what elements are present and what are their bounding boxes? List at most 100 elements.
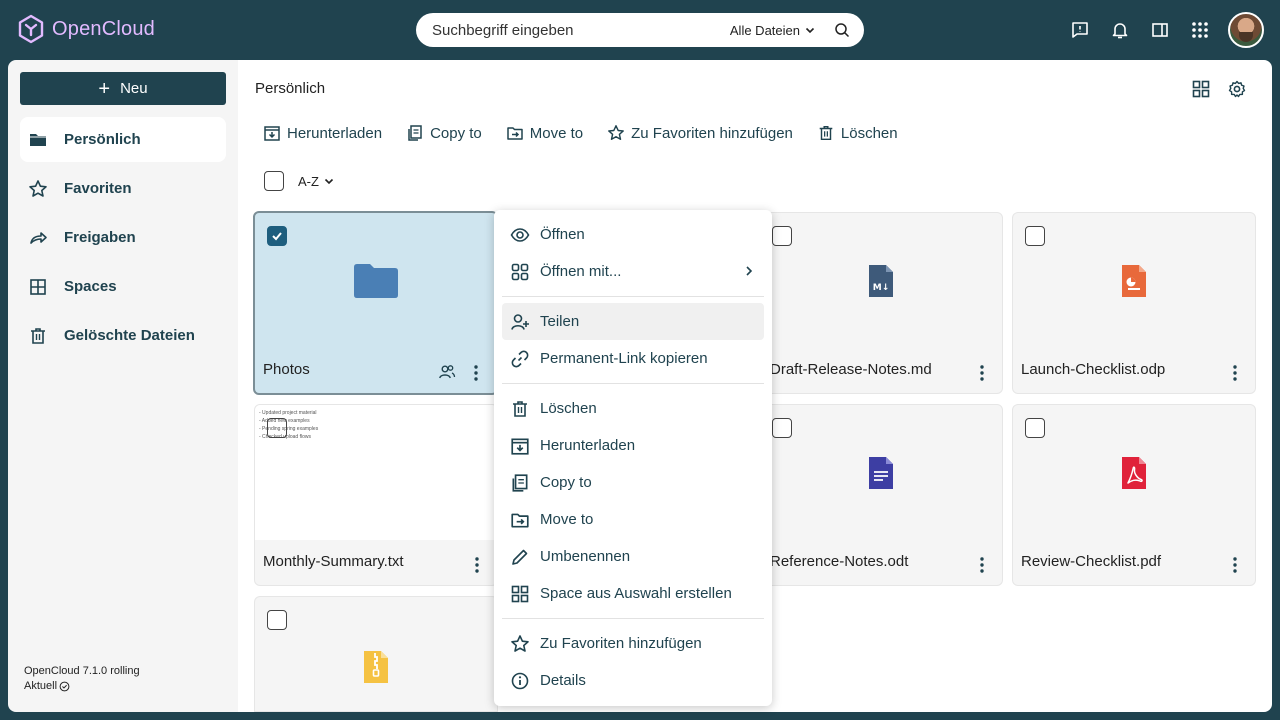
kebab-icon (1233, 557, 1237, 573)
move-to-button[interactable]: Move to (506, 124, 583, 142)
sort-bar: A-Z (264, 171, 335, 191)
apps-grid-icon (1192, 22, 1208, 38)
add-favorites-label: Zu Favoriten hinzufügen (631, 124, 793, 142)
select-all-checkbox[interactable] (264, 171, 284, 191)
link-icon (511, 350, 529, 367)
brand-logo[interactable]: OpenCloud (18, 14, 155, 44)
notifications-button[interactable] (1100, 10, 1140, 50)
menu-item-label: Umbenennen (540, 548, 631, 565)
file-tile-reference-notes[interactable]: Reference-Notes.odt (759, 404, 1003, 586)
file-checkbox[interactable] (1025, 226, 1045, 246)
info-icon (511, 672, 529, 689)
opencloud-logo-icon (18, 14, 44, 44)
file-actions-button[interactable] (468, 363, 484, 383)
menu-item-download[interactable]: Herunterladen (502, 427, 764, 464)
menu-item-share[interactable]: Teilen (502, 303, 764, 340)
file-name[interactable]: Reference-Notes.odt (770, 553, 908, 570)
tile-preview (1013, 213, 1255, 348)
file-actions-button[interactable] (974, 555, 990, 575)
menu-separator (502, 383, 764, 384)
check-circle-icon (59, 681, 70, 692)
file-tile-archive[interactable] (254, 596, 498, 712)
sort-dropdown[interactable]: A-Z (298, 174, 335, 189)
menu-item-create-space[interactable]: Space aus Auswahl erstellen (502, 575, 764, 612)
tiles-view-button[interactable] (1190, 78, 1212, 100)
move-to-label: Move to (529, 124, 584, 142)
copy-icon (408, 125, 422, 141)
menu-item-label: Zu Favoriten hinzufügen (540, 635, 702, 652)
file-tile-monthly-summary[interactable]: - Updated project material - Added new e… (254, 404, 498, 586)
menu-item-rename[interactable]: Umbenennen (502, 538, 764, 575)
search-input[interactable] (432, 21, 730, 39)
file-checkbox[interactable] (772, 226, 792, 246)
thumbnail-line: - Updated project material (259, 410, 317, 416)
menu-item-add-favorites[interactable]: Zu Favoriten hinzufügen (502, 625, 764, 662)
sidebar-item-shares[interactable]: Freigaben (20, 215, 226, 260)
menu-item-label: Öffnen (540, 226, 585, 243)
file-actions-button[interactable] (1227, 555, 1243, 575)
menu-item-open[interactable]: Öffnen (502, 216, 764, 253)
file-tile-launch-checklist[interactable]: Launch-Checklist.odp (1012, 212, 1256, 394)
new-button[interactable]: + Neu (20, 72, 226, 105)
tile-preview (255, 213, 496, 348)
gear-icon (1228, 80, 1246, 98)
file-actions-button[interactable] (974, 363, 990, 383)
menu-item-label: Copy to (540, 474, 592, 491)
sidebar-item-trash[interactable]: Gelöschte Dateien (20, 313, 226, 358)
menu-item-label: Details (540, 672, 586, 689)
search-button[interactable] (834, 22, 850, 38)
markdown-file-icon: M↓ (869, 264, 893, 297)
search-scope-label: Alle Dateien (729, 22, 800, 38)
folder-icon (353, 263, 398, 298)
top-icons (1060, 10, 1264, 50)
file-checkbox[interactable] (267, 226, 287, 246)
file-actions-button[interactable] (1227, 363, 1243, 383)
apps-button[interactable] (1180, 10, 1220, 50)
menu-item-label: Teilen (540, 313, 580, 330)
menu-item-open-with[interactable]: Öffnen mit... (502, 253, 764, 290)
folder-icon (30, 133, 46, 146)
sidebar-nav: Persönlich Favoriten Freigaben Spaces Ge… (20, 117, 226, 362)
menu-item-label: Move to (540, 511, 594, 528)
file-checkbox[interactable] (1025, 418, 1045, 438)
sidebar-item-personal[interactable]: Persönlich (20, 117, 226, 162)
feedback-button[interactable] (1060, 10, 1100, 50)
file-name[interactable]: Draft-Release-Notes.md (770, 361, 932, 378)
sidebar-item-spaces[interactable]: Spaces (20, 264, 226, 309)
chevron-right-icon (746, 266, 753, 276)
copy-to-button[interactable]: Copy to (406, 124, 482, 142)
top-bar: OpenCloud Alle Dateien (0, 0, 1280, 60)
file-name[interactable]: Photos (263, 361, 310, 378)
tile-preview: M↓ (760, 213, 1002, 348)
file-name[interactable]: Launch-Checklist.odp (1021, 361, 1165, 378)
file-checkbox[interactable] (267, 610, 287, 630)
breadcrumb[interactable]: Persönlich (255, 80, 325, 97)
add-favorites-button[interactable]: Zu Favoriten hinzufügen (607, 124, 793, 142)
user-avatar[interactable] (1228, 12, 1264, 48)
file-actions-button[interactable] (469, 555, 485, 575)
settings-button[interactable] (1226, 78, 1248, 100)
menu-item-move-to[interactable]: Move to (502, 501, 764, 538)
share-arrow-icon (30, 231, 47, 244)
new-button-label: Neu (120, 80, 148, 97)
file-tile-photos[interactable]: Photos (253, 211, 498, 395)
file-name[interactable]: Review-Checklist.pdf (1021, 553, 1161, 570)
menu-item-copy-to[interactable]: Copy to (502, 464, 764, 501)
search-scope-dropdown[interactable]: Alle Dateien (730, 23, 816, 38)
sidebar-toggle-button[interactable] (1140, 10, 1180, 50)
menu-item-delete[interactable]: Löschen (502, 390, 764, 427)
file-tile-review-checklist[interactable]: Review-Checklist.pdf (1012, 404, 1256, 586)
star-icon (608, 125, 625, 141)
download-button[interactable]: Herunterladen (263, 124, 382, 142)
menu-item-copy-link[interactable]: Permanent-Link kopieren (502, 340, 764, 377)
file-tile-draft-release-notes[interactable]: M↓ Draft-Release-Notes.md (759, 212, 1003, 394)
tile-preview: - Updated project material - Added new e… (255, 405, 497, 540)
document-file-icon (869, 456, 893, 489)
file-name[interactable]: Monthly-Summary.txt (263, 553, 404, 570)
file-checkbox[interactable] (772, 418, 792, 438)
file-checkbox[interactable] (267, 418, 287, 438)
sidebar-item-favorites[interactable]: Favoriten (20, 166, 226, 211)
chevron-down-icon (324, 178, 334, 185)
menu-item-details[interactable]: Details (502, 662, 764, 699)
delete-button[interactable]: Löschen (817, 124, 898, 142)
